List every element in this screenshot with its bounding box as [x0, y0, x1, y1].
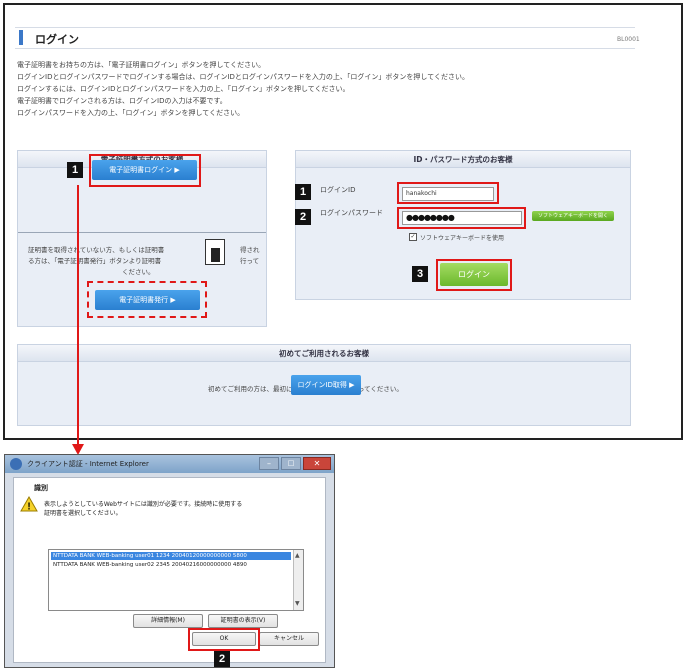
dialog-title: クライアント認証 - Internet Explorer — [27, 460, 149, 468]
list-item[interactable]: NTTDATA BANK WEB-banking user01 1234 200… — [51, 552, 291, 560]
ok-button-highlight — [188, 628, 260, 651]
cancel-button[interactable]: キャンセル — [259, 632, 319, 646]
view-certificate-button[interactable]: 証明書の表示(V) — [208, 614, 278, 628]
details-button[interactable]: 詳細情報(M) — [133, 614, 203, 628]
svg-text:!: ! — [27, 502, 30, 513]
dialog-titlebar: クライアント認証 - Internet Explorer – □ ✕ — [5, 455, 334, 473]
scroll-up-icon[interactable]: ▲ — [295, 552, 300, 559]
step-marker-2: 2 — [214, 651, 230, 667]
warning-icon: ! — [20, 496, 38, 512]
dialog-message: 証明書を選択してください。 — [44, 510, 122, 517]
client-cert-dialog: クライアント認証 - Internet Explorer – □ ✕ ! 識別 … — [4, 454, 335, 668]
list-scrollbar[interactable]: ▲ ▼ — [293, 550, 303, 610]
maximize-icon[interactable]: □ — [281, 457, 301, 470]
close-icon[interactable]: ✕ — [303, 457, 331, 470]
certificate-list[interactable]: NTTDATA BANK WEB-banking user01 1234 200… — [48, 549, 304, 611]
dialog-heading: 識別 — [34, 484, 48, 492]
list-item[interactable]: NTTDATA BANK WEB-banking user02 2345 200… — [51, 561, 247, 569]
scroll-down-icon[interactable]: ▼ — [295, 600, 300, 607]
ie-icon — [10, 458, 22, 470]
minimize-icon[interactable]: – — [259, 457, 279, 470]
dialog-message: 表示しようとしているWebサイトには識別が必要です。接続時に使用する — [44, 501, 243, 508]
